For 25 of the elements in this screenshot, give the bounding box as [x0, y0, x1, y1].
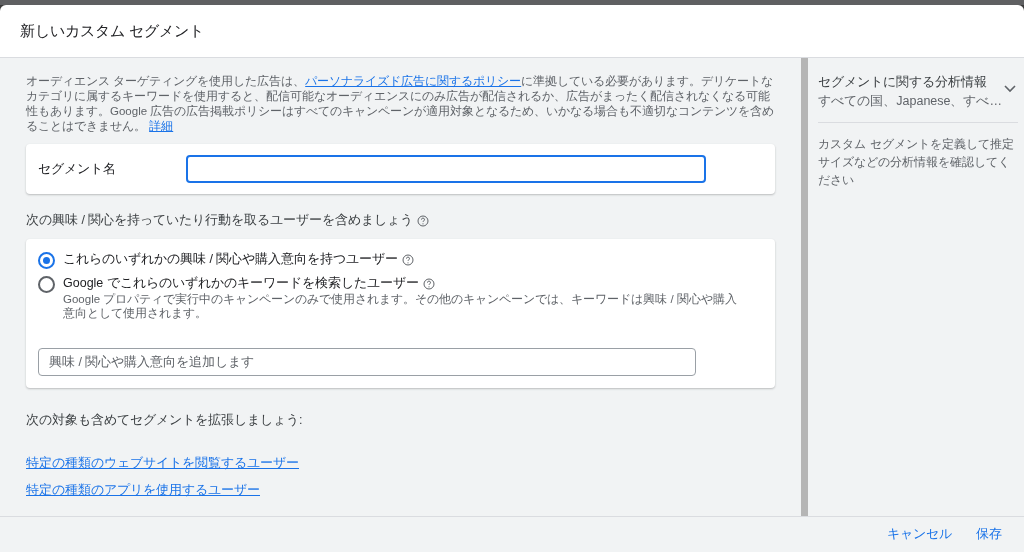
expand-link[interactable]: 特定の種類のウェブサイトを閲覧するユーザー: [26, 455, 299, 472]
insights-title: セグメントに関する分析情報: [818, 74, 989, 91]
segment-name-label: セグメント名: [38, 160, 117, 178]
save-button[interactable]: 保存: [968, 520, 1010, 549]
scrollbar[interactable]: [801, 58, 809, 516]
expand-link[interactable]: 特定の種類のアプリを使用するユーザー: [26, 482, 260, 499]
interest-field[interactable]: 興味 / 関心や購入意向を追加します: [38, 348, 696, 376]
option-description: Google プロパティで実行中のキャンペーンのみで使用されます。その他のキャンペーンでは、キーワードは興味 / 関心や購入意向として使用されます。: [63, 292, 738, 320]
cancel-button[interactable]: キャンセル: [879, 520, 960, 549]
option-label: これらのいずれかの興味 / 関心や購入意向を持つユーザー: [63, 251, 399, 268]
insights-description: カスタム セグメントを定義して推定サイズなどの分析情報を確認してください: [818, 136, 1015, 189]
details-link[interactable]: 詳細: [149, 120, 174, 132]
insights-subtitle: すべての国、Japanese、すべ…: [818, 93, 1002, 110]
policy-link[interactable]: パーソナライズド広告に関するポリシー: [305, 75, 522, 87]
include-heading: 次の興味 / 関心を持っていたり行動を取るユーザーを含めましょう: [26, 212, 414, 229]
help-icon[interactable]: [417, 214, 430, 227]
help-icon[interactable]: [422, 277, 435, 290]
help-icon[interactable]: [402, 253, 415, 266]
option-label: Google でこれらのいずれかのキーワードを検索したユーザー: [63, 275, 419, 292]
segment-name-field[interactable]: [186, 155, 706, 183]
radio-button[interactable]: [38, 252, 55, 269]
dialog-title: 新しいカスタム セグメント: [20, 21, 205, 41]
radio-button[interactable]: [38, 276, 55, 293]
policy-text: オーディエンス ターゲティングを使用した広告は、パーソナライズド広告に関するポリシーに準拠している必要があります。デリケートなカテゴリに属するキーワードを使用すると、配信可能なオーディエンスにのみ広告が配信されるか、広告がまったく配信されなくなる可能性もあります。Google 広告の広告掲載ポリシーはすべてのキャンペーンが適用対象となるため、いかなる場合も不適切なコンテンツを含めることはできません。 詳細: [26, 74, 776, 134]
expand-heading: 次の対象も含めてセグメントを拡張しましょう:: [26, 412, 304, 429]
